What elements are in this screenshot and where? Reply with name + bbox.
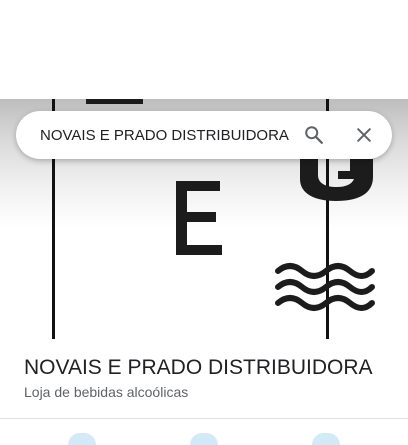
close-icon[interactable] <box>352 123 376 147</box>
place-category: Loja de bebidas alcoólicas <box>24 384 189 400</box>
action-button-share[interactable] <box>312 433 340 445</box>
photo-letter-b-fragment <box>86 99 143 104</box>
action-button-save[interactable] <box>190 433 218 445</box>
search-input[interactable]: NOVAIS E PRADO DISTRIBUIDORA <box>40 127 302 144</box>
photo-waves <box>275 263 375 311</box>
divider <box>0 418 408 419</box>
action-button-directions[interactable] <box>68 433 96 445</box>
photo-letter-g <box>300 159 373 201</box>
photo-letter-e <box>176 181 222 255</box>
place-title: NOVAIS E PRADO DISTRIBUIDORA <box>24 356 373 379</box>
search-icon[interactable] <box>302 123 326 147</box>
search-bar[interactable]: NOVAIS E PRADO DISTRIBUIDORA <box>16 111 392 159</box>
